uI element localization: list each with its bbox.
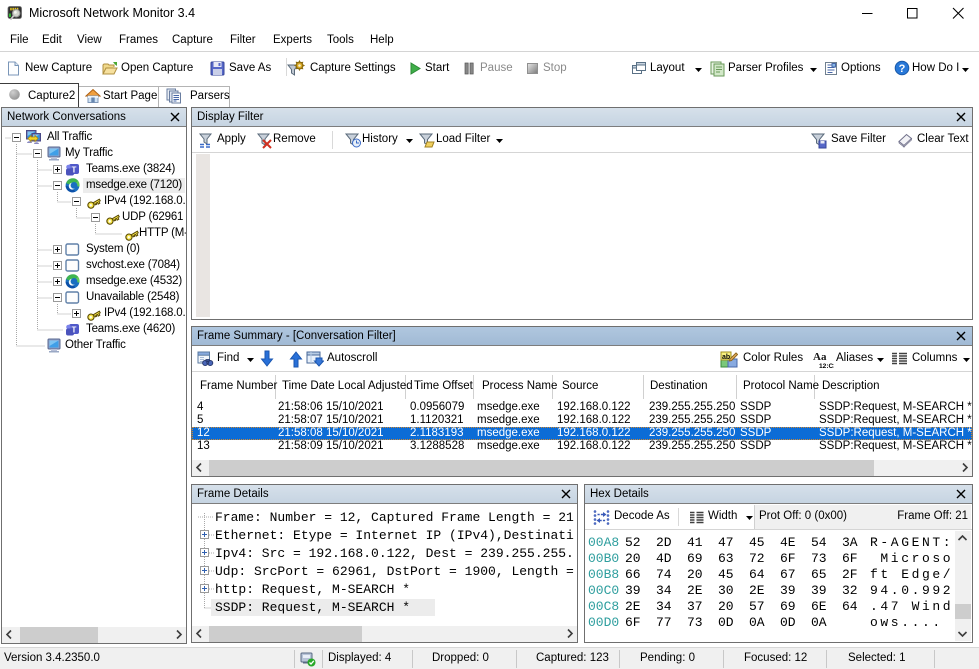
svg-text:12:C3: 12:C3 (819, 363, 834, 369)
svg-text:ab: ab (722, 354, 730, 361)
svg-text:?: ? (899, 63, 906, 75)
